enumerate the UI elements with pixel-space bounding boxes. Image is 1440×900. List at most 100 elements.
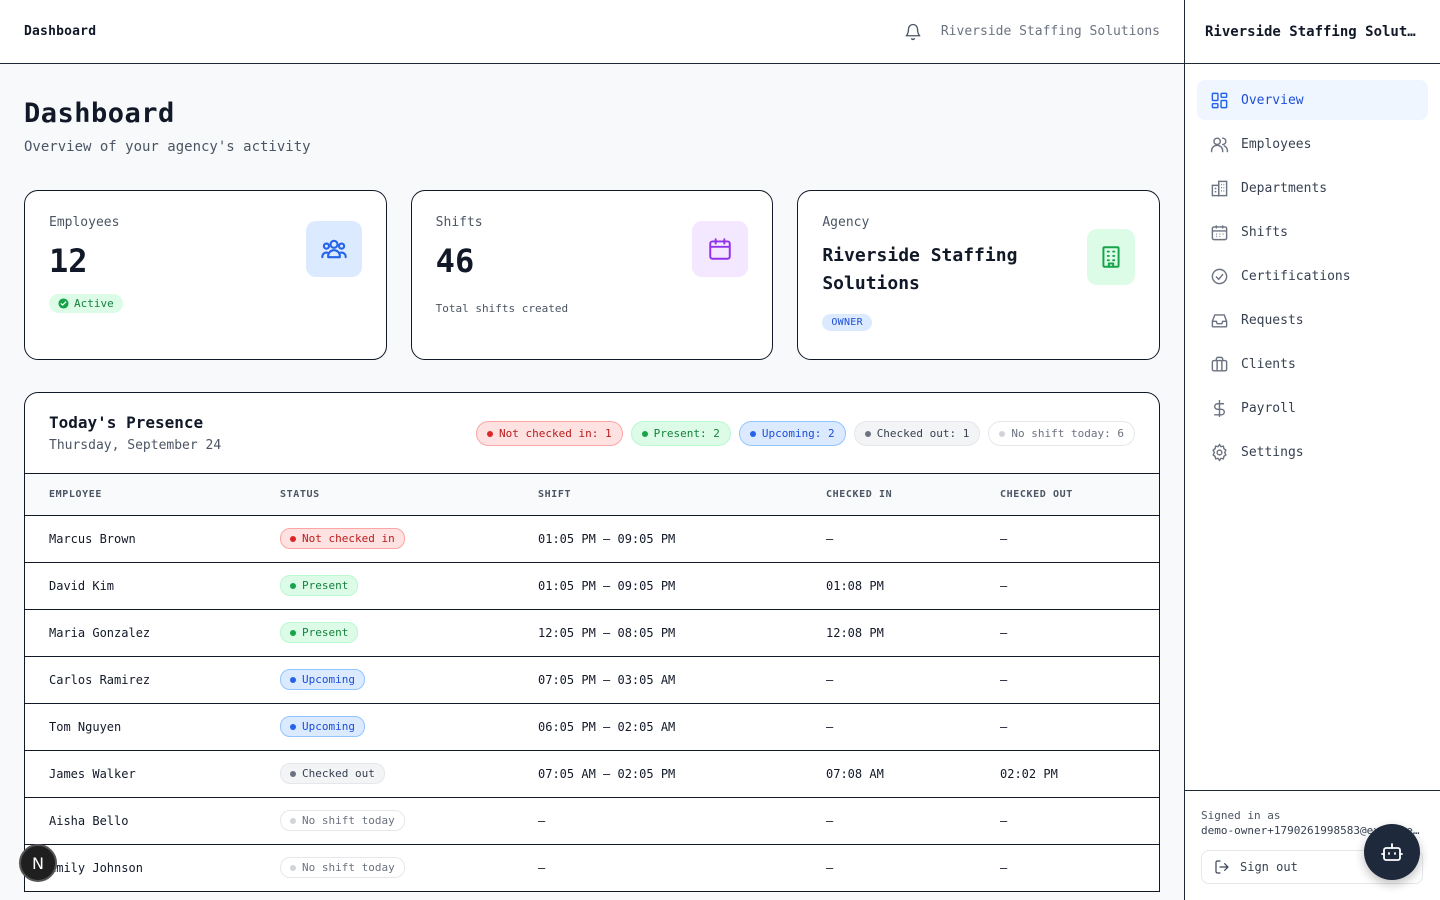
table-row[interactable]: Maria Gonzalez Present 12:05 PM – 08:05 … [25, 609, 1159, 657]
sidebar-item-label: Departments [1241, 180, 1328, 196]
col-employee: EMPLOYEE [25, 474, 256, 516]
status-label: Upcoming [302, 673, 355, 686]
briefcase-icon [1209, 354, 1229, 374]
table-row[interactable]: Aisha Bello No shift today — — — [25, 797, 1159, 845]
checked-in-time: — [802, 656, 976, 704]
shift-time: 01:05 PM – 09:05 PM [514, 515, 802, 563]
sidebar-item-payroll[interactable]: Payroll [1197, 388, 1428, 428]
col-shift: SHIFT [514, 474, 802, 516]
status-dot [749, 430, 756, 437]
sidebar-item-departments[interactable]: Departments [1197, 168, 1428, 208]
status-label: Checked out [302, 767, 375, 780]
users-icon [305, 221, 362, 277]
employee-name: Emily Johnson [25, 844, 256, 892]
sidebar-item-certifications[interactable]: Certifications [1197, 256, 1428, 296]
table-row[interactable]: David Kim Present 01:05 PM – 09:05 PM 01… [25, 562, 1159, 610]
status-dot [290, 629, 296, 636]
shift-time: 07:05 AM – 02:05 PM [514, 750, 802, 798]
checked-in-time: — [802, 844, 976, 892]
status-dot [864, 430, 871, 437]
sidebar-item-settings[interactable]: Settings [1197, 432, 1428, 472]
col-checked-out: CHECKED OUT [976, 474, 1159, 516]
sidebar-item-clients[interactable]: Clients [1197, 344, 1428, 384]
employee-name: Marcus Brown [25, 515, 256, 563]
calendar-icon [692, 221, 749, 277]
calendar-icon [1209, 222, 1229, 242]
chip-label: Upcoming: 2 [761, 427, 835, 440]
sidebar-item-label: Employees [1241, 136, 1312, 152]
checked-in-time: 01:08 PM [802, 562, 976, 610]
checked-in-time: — [802, 703, 976, 751]
shift-time: 01:05 PM – 09:05 PM [514, 562, 802, 610]
sidebar-agency-name: Riverside Staffing Solutions [1205, 23, 1420, 40]
checked-in-time: — [802, 797, 976, 845]
checked-in-time: 12:08 PM [802, 609, 976, 657]
status-badge: No shift today [280, 810, 405, 831]
presence-date: Thursday, September 24 [49, 438, 222, 453]
chip-checked-out[interactable]: Checked out: 1 [853, 421, 981, 446]
sidebar-item-requests[interactable]: Requests [1197, 300, 1428, 340]
building-icon [1087, 229, 1136, 285]
checked-out-time: — [976, 656, 1159, 704]
shift-time: 06:05 PM – 02:05 AM [514, 703, 802, 751]
shift-time: — [514, 844, 802, 892]
status-cell: No shift today [256, 797, 514, 845]
status-dot [487, 430, 493, 437]
sidebar-header: Riverside Staffing Solutions [1185, 0, 1440, 64]
status-label: Not checked in [302, 532, 395, 545]
topbar-title: Dashboard [24, 24, 97, 39]
chip-no-shift[interactable]: No shift today: 6 [988, 421, 1135, 446]
sidebar-item-label: Overview [1241, 92, 1304, 108]
chip-present[interactable]: Present: 2 [630, 421, 731, 446]
table-row[interactable]: Emily Johnson No shift today — — — [25, 844, 1159, 892]
status-badge: Upcoming [280, 669, 365, 690]
status-badge: Present [280, 622, 359, 643]
inbox-icon [1209, 310, 1229, 330]
chip-upcoming[interactable]: Upcoming: 2 [738, 421, 846, 446]
table-row[interactable]: Carlos Ramirez Upcoming 07:05 PM – 03:05… [25, 656, 1159, 704]
sidebar-item-employees[interactable]: Employees [1197, 124, 1428, 164]
status-badge: No shift today [280, 857, 405, 878]
status-cell: Present [256, 609, 514, 657]
sidebar-item-overview[interactable]: Overview [1197, 80, 1428, 120]
logout-icon [1215, 860, 1229, 874]
nbadge-letter: N [32, 853, 44, 873]
owner-badge: OWNER [822, 314, 872, 331]
chip-not-checked-in[interactable]: Not checked in: 1 [476, 421, 623, 446]
agency-card-label: Agency [822, 215, 870, 230]
status-cell: Upcoming [256, 656, 514, 704]
employee-name: Aisha Bello [25, 797, 256, 845]
status-dot [290, 582, 296, 589]
table-row[interactable]: James Walker Checked out 07:05 AM – 02:0… [25, 750, 1159, 798]
table-row[interactable]: Tom Nguyen Upcoming 06:05 PM – 02:05 AM … [25, 703, 1159, 751]
status-dot [290, 676, 296, 683]
presence-table: EMPLOYEE STATUS SHIFT CHECKED IN CHECKED… [25, 474, 1159, 892]
chip-label: Checked out: 1 [876, 427, 970, 440]
sidebar: Riverside Staffing Solutions Overview Em… [1184, 0, 1440, 900]
checked-out-time: — [976, 562, 1159, 610]
bell-icon[interactable] [903, 22, 923, 42]
main-area: Dashboard Riverside Staffing Solutions D… [0, 0, 1184, 900]
building-icon [1209, 178, 1229, 198]
check-circle-icon [1209, 266, 1229, 286]
status-cell: Not checked in [256, 515, 514, 563]
status-dot [290, 723, 296, 730]
todays-presence-panel: Today's Presence Thursday, September 24 … [24, 392, 1160, 892]
status-label: No shift today [302, 814, 395, 827]
assistant-button[interactable] [1364, 824, 1420, 880]
chip-label: Present: 2 [653, 427, 720, 440]
sidebar-item-shifts[interactable]: Shifts [1197, 212, 1428, 252]
check-circle-icon [58, 298, 69, 309]
presence-header: Today's Presence Thursday, September 24 … [25, 393, 1159, 474]
shift-time: 12:05 PM – 08:05 PM [514, 609, 802, 657]
sidebar-item-label: Settings [1241, 444, 1304, 460]
col-checked-in: CHECKED IN [802, 474, 976, 516]
shift-time: — [514, 797, 802, 845]
status-label: Present [302, 626, 349, 639]
employee-name: Carlos Ramirez [25, 656, 256, 704]
top-bar: Dashboard Riverside Staffing Solutions [0, 0, 1184, 64]
nextjs-dev-badge[interactable]: N [19, 844, 57, 882]
table-row[interactable]: Marcus Brown Not checked in 01:05 PM – 0… [25, 515, 1159, 563]
sign-out-label: Sign out [1240, 860, 1298, 874]
sidebar-item-label: Requests [1241, 312, 1304, 328]
